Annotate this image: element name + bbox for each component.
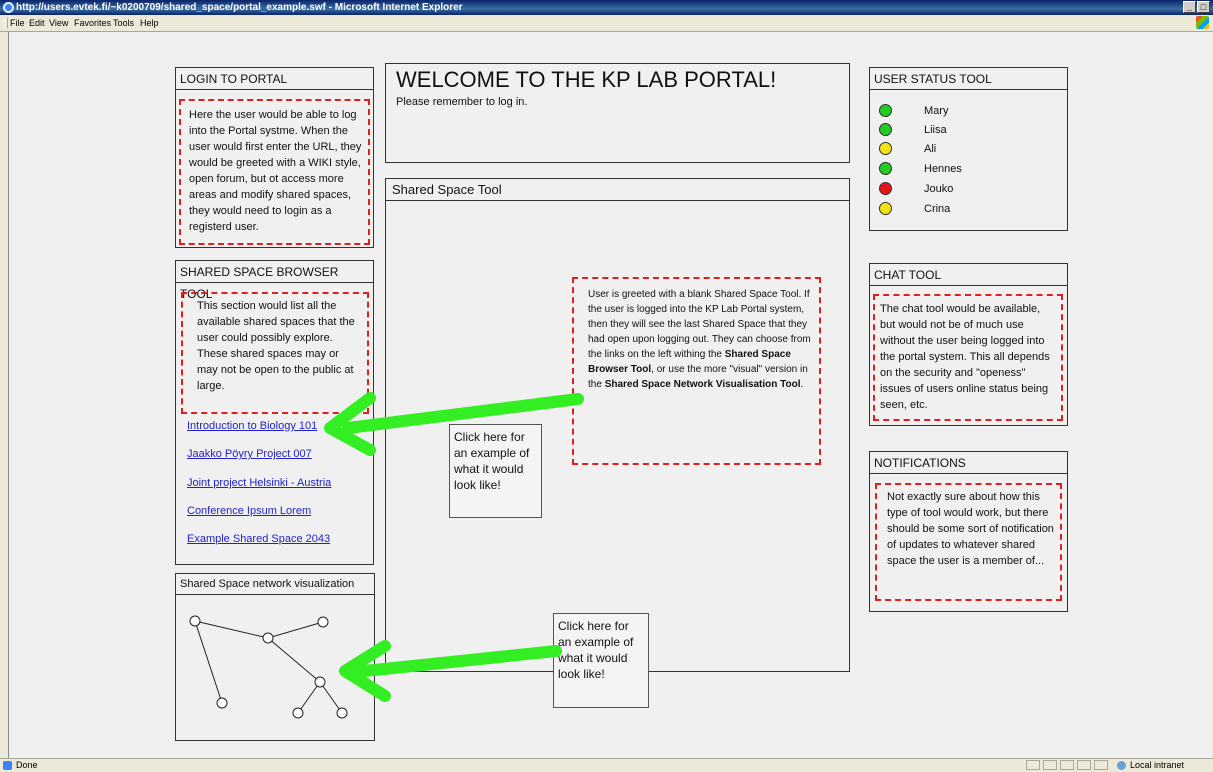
minimize-button[interactable]: _ [1183,1,1196,13]
internet-explorer-icon [3,2,14,13]
windows-logo-icon [1196,16,1209,29]
intranet-zone-icon [1117,761,1126,770]
network-edge [297,681,321,714]
space-link-example[interactable]: Example Shared Space 2043 [187,533,330,545]
user-name: Ali [924,143,937,155]
window-title: http://users.evtek.fi/~k0200709/shared_s… [16,2,463,13]
security-zone-label: Local intranet [1130,760,1185,770]
status-bar: Done Local intranet [0,758,1213,772]
menu-edit[interactable]: Edit [29,15,45,31]
network-node[interactable] [292,707,304,719]
user-status-title: USER STATUS TOOL [870,68,1067,90]
browser-example-callout[interactable]: Click here for an example of what it wou… [449,424,542,518]
login-panel: LOGIN TO PORTAL Here the user would be a… [175,67,374,248]
network-edge [267,621,324,639]
space-link-helsinki-austria[interactable]: Joint project Helsinki - Austria [187,477,331,489]
network-node[interactable] [314,676,326,688]
chat-description: The chat tool would be available, but wo… [873,294,1063,421]
status-cell [1077,760,1091,770]
user-name: Hennes [924,163,962,175]
note-bold-network: Shared Space Network Visualisation Tool [604,379,801,390]
login-description: Here the user would be able to log into … [179,99,370,245]
network-node[interactable] [336,707,348,719]
network-node[interactable] [317,616,329,628]
status-cell [1043,760,1057,770]
chat-panel: CHAT TOOL The chat tool would be availab… [869,263,1068,426]
chat-panel-title: CHAT TOOL [870,264,1067,286]
network-node[interactable] [216,697,228,709]
user-name: Mary [924,105,949,117]
online-status-icon [879,162,892,175]
user-name: Crina [924,203,951,215]
shared-space-tool-title: Shared Space Tool [386,179,849,201]
notifications-panel: NOTIFICATIONS Not exactly sure about how… [869,451,1068,612]
network-panel-title: Shared Space network visualization [176,574,374,595]
offline-status-icon [879,182,892,195]
space-link-jaakko[interactable]: Jaakko Pöyry Project 007 [187,448,312,460]
network-graph[interactable] [175,595,375,740]
away-status-icon [879,202,892,215]
menu-tools[interactable]: Tools [113,15,134,31]
menu-favorites[interactable]: Favorites [74,15,111,31]
notifications-title: NOTIFICATIONS [870,452,1067,474]
network-edge [319,681,343,714]
welcome-subtitle: Please remember to log in. [396,96,528,108]
maximize-button[interactable]: □ [1197,1,1210,13]
status-cell [1026,760,1040,770]
page-status-icon [3,761,12,770]
note-text-3: . [800,379,804,390]
network-node[interactable] [262,632,274,644]
network-edge [267,637,321,683]
welcome-title: WELCOME TO THE KP LAB PORTAL! [396,67,777,92]
status-cell [1094,760,1108,770]
menu-view[interactable]: View [49,15,68,31]
user-name: Liisa [924,124,947,136]
away-status-icon [879,142,892,155]
user-name: Jouko [924,183,954,195]
shared-space-tool-note: User is greeted with a blank Shared Spac… [572,277,821,465]
menu-help[interactable]: Help [140,15,159,31]
network-example-callout[interactable]: Click here for an example of what it wou… [553,613,649,708]
space-link-conference[interactable]: Conference Ipsum Lorem [187,505,311,517]
online-status-icon [879,123,892,136]
browser-panel: SHARED SPACE BROWSER TOOL This section w… [175,260,374,565]
browser-panel-title: SHARED SPACE BROWSER TOOL [176,261,373,301]
network-edge [194,620,269,639]
menu-bar: File Edit View Favorites Tools Help [0,15,1213,32]
status-cell [1060,760,1074,770]
network-edge [194,620,223,704]
status-text: Done [16,760,38,770]
menu-file[interactable]: File [10,15,25,31]
browser-description: This section would list all the availabl… [181,292,369,414]
welcome-panel: WELCOME TO THE KP LAB PORTAL! Please rem… [385,63,850,163]
window-titlebar: http://users.evtek.fi/~k0200709/shared_s… [0,0,1213,15]
toolbar-grip [4,18,8,28]
space-link-biology[interactable]: Introduction to Biology 101 [187,420,317,432]
online-status-icon [879,104,892,117]
user-status-panel: USER STATUS TOOL [869,67,1068,231]
network-node[interactable] [189,615,201,627]
login-panel-title: LOGIN TO PORTAL [176,68,373,90]
notifications-description: Not exactly sure about how this type of … [875,483,1062,601]
